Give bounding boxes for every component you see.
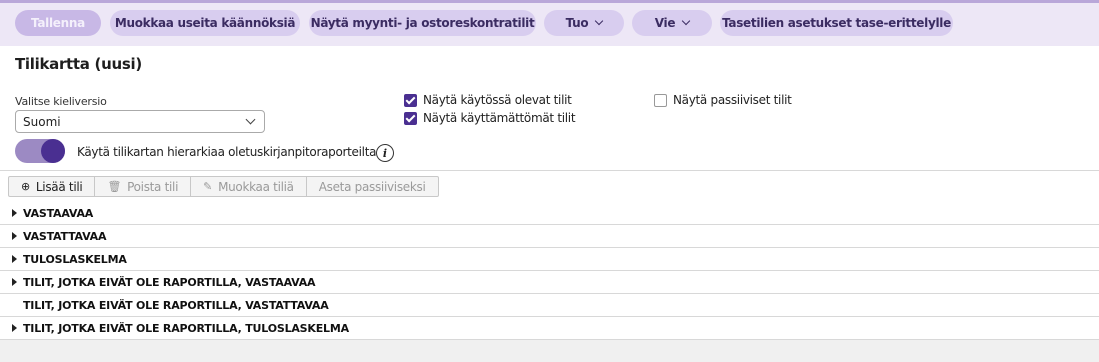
save-button-label: Tallenna bbox=[31, 16, 85, 30]
caret-right-icon[interactable] bbox=[12, 209, 17, 217]
tree-row-label: TILIT, JOTKA EIVÄT OLE RAPORTILLA, TULOS… bbox=[23, 321, 349, 335]
toggle-knob bbox=[41, 139, 65, 163]
checkbox-checked-icon bbox=[404, 93, 417, 107]
edit-account-label: Muokkaa tiliä bbox=[218, 179, 294, 194]
set-passive-label: Aseta passiiviseksi bbox=[318, 179, 426, 194]
empty-area bbox=[0, 340, 1099, 362]
checkbox-checked-icon bbox=[404, 111, 417, 125]
show-active-label: Näytä käytössä olevat tilit bbox=[423, 93, 572, 107]
show-unused-accounts-checkbox[interactable]: Näytä käyttämättömät tilit bbox=[404, 111, 576, 125]
tree-row[interactable]: VASTAAVAA bbox=[0, 202, 1099, 225]
chevron-down-icon bbox=[245, 114, 256, 125]
export-dropdown-button[interactable]: Vie bbox=[632, 10, 712, 36]
caret-right-icon[interactable] bbox=[12, 324, 17, 332]
tree-row[interactable]: TULOSLASKELMA bbox=[0, 248, 1099, 271]
account-action-bar: ⊕ Lisää tili 🗑 Poista tili ✎ Muokkaa til… bbox=[8, 176, 439, 197]
show-unused-label: Näytä käyttämättömät tilit bbox=[423, 111, 576, 125]
caret-right-icon[interactable] bbox=[12, 255, 17, 263]
chevron-down-icon bbox=[595, 16, 604, 26]
show-passive-label: Näytä passiiviset tilit bbox=[673, 93, 792, 107]
tree-row[interactable]: VASTATTAVAA bbox=[0, 225, 1099, 248]
save-button[interactable]: Tallenna bbox=[15, 10, 101, 36]
top-toolbar: Tallenna Muokkaa useita käännöksiä Näytä… bbox=[0, 0, 1099, 46]
add-circle-icon: ⊕ bbox=[21, 180, 30, 193]
tree-row-label: VASTAAVAA bbox=[23, 206, 94, 220]
language-label: Valitse kieliversio bbox=[15, 95, 107, 108]
show-contract-accounts-label: Näytä myynti- ja ostoreskontratilit bbox=[310, 16, 535, 30]
hierarchy-toggle[interactable] bbox=[15, 139, 65, 163]
account-tree: VASTAAVAA VASTATTAVAA TULOSLASKELMA TILI… bbox=[0, 202, 1099, 340]
export-label: Vie bbox=[654, 16, 676, 30]
tree-row[interactable]: TILIT, JOTKA EIVÄT OLE RAPORTILLA, VASTA… bbox=[0, 294, 1099, 317]
page-title: Tilikartta (uusi) bbox=[15, 55, 142, 73]
tree-row[interactable]: TILIT, JOTKA EIVÄT OLE RAPORTILLA, VASTA… bbox=[0, 271, 1099, 294]
checkbox-unchecked-icon bbox=[654, 93, 667, 107]
edit-translations-button[interactable]: Muokkaa useita käännöksiä bbox=[110, 10, 300, 36]
section-divider bbox=[0, 170, 1099, 171]
add-account-label: Lisää tili bbox=[35, 179, 83, 194]
caret-right-icon[interactable] bbox=[12, 232, 17, 240]
tree-row-label: TILIT, JOTKA EIVÄT OLE RAPORTILLA, VASTA… bbox=[23, 298, 329, 312]
language-select[interactable]: Suomi bbox=[15, 110, 265, 133]
balance-settings-label: Tasetilien asetukset tase-erittelylle bbox=[722, 16, 951, 30]
show-contract-accounts-button[interactable]: Näytä myynti- ja ostoreskontratilit bbox=[309, 10, 536, 36]
info-icon[interactable]: i bbox=[376, 144, 394, 162]
caret-right-icon[interactable] bbox=[12, 278, 17, 286]
set-passive-button[interactable]: Aseta passiiviseksi bbox=[307, 177, 438, 196]
tree-row-label: TILIT, JOTKA EIVÄT OLE RAPORTILLA, VASTA… bbox=[23, 275, 316, 289]
balance-settings-button[interactable]: Tasetilien asetukset tase-erittelylle bbox=[720, 10, 953, 36]
edit-translations-label: Muokkaa useita käännöksiä bbox=[114, 16, 296, 30]
delete-account-button[interactable]: 🗑 Poista tili bbox=[95, 177, 192, 196]
delete-account-label: Poista tili bbox=[127, 179, 179, 194]
hierarchy-toggle-label: Käytä tilikartan hierarkiaa oletuskirjan… bbox=[77, 145, 377, 159]
add-account-button[interactable]: ⊕ Lisää tili bbox=[9, 177, 96, 196]
tree-row-label: VASTATTAVAA bbox=[23, 229, 107, 243]
import-dropdown-button[interactable]: Tuo bbox=[544, 10, 624, 36]
edit-icon: ✎ bbox=[203, 180, 213, 193]
show-passive-accounts-checkbox[interactable]: Näytä passiiviset tilit bbox=[654, 93, 792, 107]
trash-icon: 🗑 bbox=[107, 180, 122, 193]
language-selected-value: Suomi bbox=[23, 114, 61, 129]
edit-account-button[interactable]: ✎ Muokkaa tiliä bbox=[191, 177, 307, 196]
import-label: Tuo bbox=[565, 16, 589, 30]
tree-row[interactable]: TILIT, JOTKA EIVÄT OLE RAPORTILLA, TULOS… bbox=[0, 317, 1099, 340]
tree-row-label: TULOSLASKELMA bbox=[23, 252, 127, 266]
chevron-down-icon bbox=[681, 16, 691, 26]
show-active-accounts-checkbox[interactable]: Näytä käytössä olevat tilit bbox=[404, 93, 572, 107]
